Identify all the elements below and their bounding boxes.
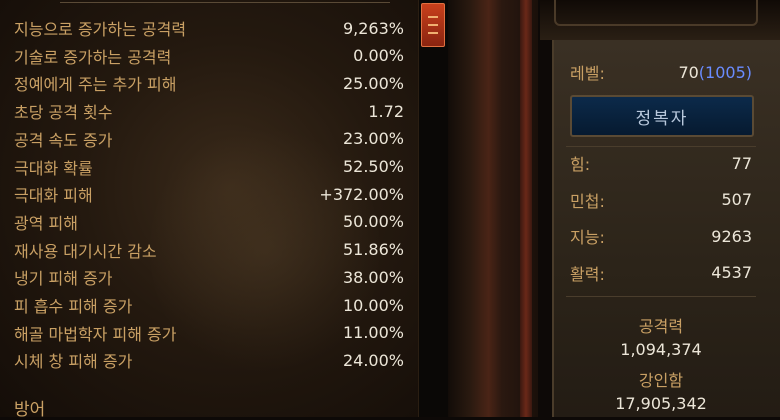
attribute-row[interactable]: 지능: 9263 — [570, 223, 752, 249]
stat-label: 극대화 피해 — [14, 186, 93, 206]
attribute-label: 민첩: — [570, 191, 605, 211]
attribute-value: 507 — [721, 190, 752, 209]
stat-value: 51.86% — [342, 240, 404, 260]
stat-label: 기술로 증가하는 공격력 — [14, 47, 172, 67]
stat-label: 광역 피해 — [14, 213, 78, 233]
frame-ornament — [554, 0, 758, 26]
level-label: 레벨: — [570, 64, 605, 83]
scrollbar-thumb[interactable] — [421, 3, 445, 47]
attribute-row[interactable]: 힘: 77 — [570, 150, 752, 176]
stat-row[interactable]: 피 흡수 피해 증가 10.00% — [14, 292, 404, 318]
stat-row[interactable]: 극대화 피해 +372.00% — [14, 181, 404, 207]
level-number: 70 — [678, 62, 699, 82]
scrollbar-track[interactable] — [418, 0, 449, 417]
stat-label: 극대화 확률 — [14, 158, 93, 178]
stat-row[interactable]: 시체 창 피해 증가 24.00% — [14, 347, 404, 373]
stat-value: 25.00% — [342, 73, 404, 93]
stat-value: 0.00% — [353, 46, 404, 66]
attribute-value: 4537 — [711, 263, 752, 282]
stat-row[interactable]: 정예에게 주는 추가 피해 25.00% — [14, 70, 404, 96]
divider — [566, 146, 756, 147]
attribute-row[interactable]: 민첩: 507 — [570, 187, 752, 213]
frame-pillar — [520, 0, 532, 417]
stat-value: 50.00% — [342, 212, 404, 232]
stat-row[interactable]: 초당 공격 횟수 1.72 — [14, 98, 404, 124]
stat-value: 23.00% — [342, 129, 404, 149]
toughness-label: 강인함 — [638, 371, 684, 390]
grip-line — [428, 24, 438, 26]
toughness-value: 17,905,342 — [615, 394, 707, 413]
stat-label: 시체 창 피해 증가 — [14, 352, 133, 372]
stat-row[interactable]: 재사용 대기시간 감소 51.86% — [14, 237, 404, 263]
grip-line — [428, 16, 438, 18]
paragon-level: (1005) — [698, 62, 752, 82]
attribute-label: 활력: — [570, 264, 605, 284]
stat-row[interactable]: 공격 속도 증가 23.00% — [14, 126, 404, 152]
stat-value: 11.00% — [342, 323, 404, 343]
damage-value: 1,094,374 — [620, 340, 702, 359]
attribute-value: 9263 — [711, 226, 752, 246]
stat-row[interactable]: 해골 마법학자 피해 증가 11.00% — [14, 320, 404, 346]
stat-label: 재사용 대기시간 감소 — [14, 241, 157, 261]
stat-label: 냉기 피해 증가 — [14, 269, 113, 289]
stat-value: 10.00% — [342, 295, 404, 315]
stat-row[interactable]: 광역 피해 50.00% — [14, 209, 404, 235]
damage-label: 공격력 — [638, 317, 684, 336]
attribute-value: 77 — [731, 153, 752, 173]
attribute-row[interactable]: 활력: 4537 — [570, 260, 752, 286]
class-name-button[interactable]: 정복자 — [570, 95, 754, 137]
stat-row[interactable]: 냉기 피해 증가 38.00% — [14, 264, 404, 290]
stat-label: 피 흡수 피해 증가 — [14, 297, 133, 316]
stat-label: 정예에게 주는 추가 피해 — [14, 75, 177, 95]
grip-line — [428, 32, 438, 34]
level-value: 70(1005) — [678, 63, 752, 82]
stat-label: 해골 마법학자 피해 증가 — [14, 324, 177, 344]
attribute-label: 지능: — [570, 228, 605, 247]
stat-value: 1.72 — [368, 101, 404, 121]
stat-value: 38.00% — [342, 267, 404, 287]
stat-value: 24.00% — [342, 350, 404, 370]
stat-value: 52.50% — [342, 157, 404, 176]
divider — [566, 296, 756, 297]
stat-row[interactable]: 기술로 증가하는 공격력 0.00% — [14, 43, 404, 69]
level-row: 레벨: 70(1005) — [570, 59, 752, 85]
stat-row[interactable]: 극대화 확률 52.50% — [14, 154, 404, 180]
ornate-frame — [448, 0, 538, 417]
attribute-label: 힘: — [570, 155, 591, 174]
top-divider — [60, 2, 390, 3]
stat-label: 지능으로 증가하는 공격력 — [14, 20, 187, 39]
stat-value: +372.00% — [319, 184, 404, 204]
section-defense-header[interactable]: 방어 — [14, 395, 45, 420]
stat-label: 공격 속도 증가 — [14, 130, 113, 150]
right-frame-top — [540, 0, 780, 40]
stat-value: 9,263% — [342, 18, 404, 38]
stat-label: 초당 공격 횟수 — [14, 103, 113, 123]
stat-row[interactable]: 지능으로 증가하는 공격력 9,263% — [14, 15, 404, 41]
